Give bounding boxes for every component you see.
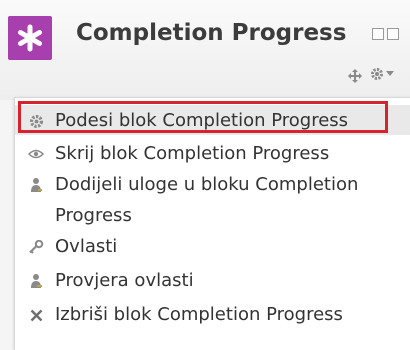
menu-item-label: Ovlasti bbox=[55, 236, 118, 257]
gear-icon bbox=[371, 68, 383, 80]
menu-item-delete[interactable]: Izbriši blok Completion Progress bbox=[15, 299, 410, 329]
block-actions-menu[interactable] bbox=[370, 67, 394, 81]
menu-item-label: Provjera ovlasti bbox=[55, 270, 194, 291]
dock-controls bbox=[372, 28, 399, 40]
user-assign-icon bbox=[28, 177, 44, 193]
caret-down-icon bbox=[386, 71, 394, 76]
menu-item-check-permissions[interactable]: Provjera ovlasti bbox=[15, 265, 410, 295]
block-actions-dropdown: Podesi blok Completion Progress Skrij bl… bbox=[14, 97, 410, 350]
menu-item-assign-roles[interactable]: Dodijeli uloge u bloku Completion Progre… bbox=[15, 169, 410, 231]
menu-item-label: Podesi blok Completion Progress bbox=[55, 110, 349, 131]
block-title: Completion Progress bbox=[76, 20, 347, 46]
dock-icon[interactable] bbox=[387, 28, 399, 40]
eye-icon bbox=[28, 146, 44, 162]
delete-icon bbox=[28, 307, 44, 323]
user-check-icon bbox=[28, 273, 44, 289]
dock-minimize-icon[interactable] bbox=[372, 28, 384, 40]
puzzle-star-icon bbox=[8, 16, 52, 60]
menu-item-configure[interactable]: Podesi blok Completion Progress bbox=[15, 105, 410, 135]
gear-icon bbox=[28, 113, 44, 129]
move-arrows-icon[interactable] bbox=[348, 68, 362, 87]
menu-item-label: Izbriši blok Completion Progress bbox=[55, 304, 343, 325]
menu-item-permissions[interactable]: Ovlasti bbox=[15, 231, 410, 261]
menu-item-label: Dodijeli uloge u bloku Completion Progre… bbox=[55, 174, 359, 226]
block-header: Completion Progress bbox=[0, 0, 410, 100]
menu-item-hide[interactable]: Skrij blok Completion Progress bbox=[15, 138, 410, 168]
key-icon bbox=[28, 239, 44, 255]
menu-item-label: Skrij blok Completion Progress bbox=[55, 143, 330, 164]
